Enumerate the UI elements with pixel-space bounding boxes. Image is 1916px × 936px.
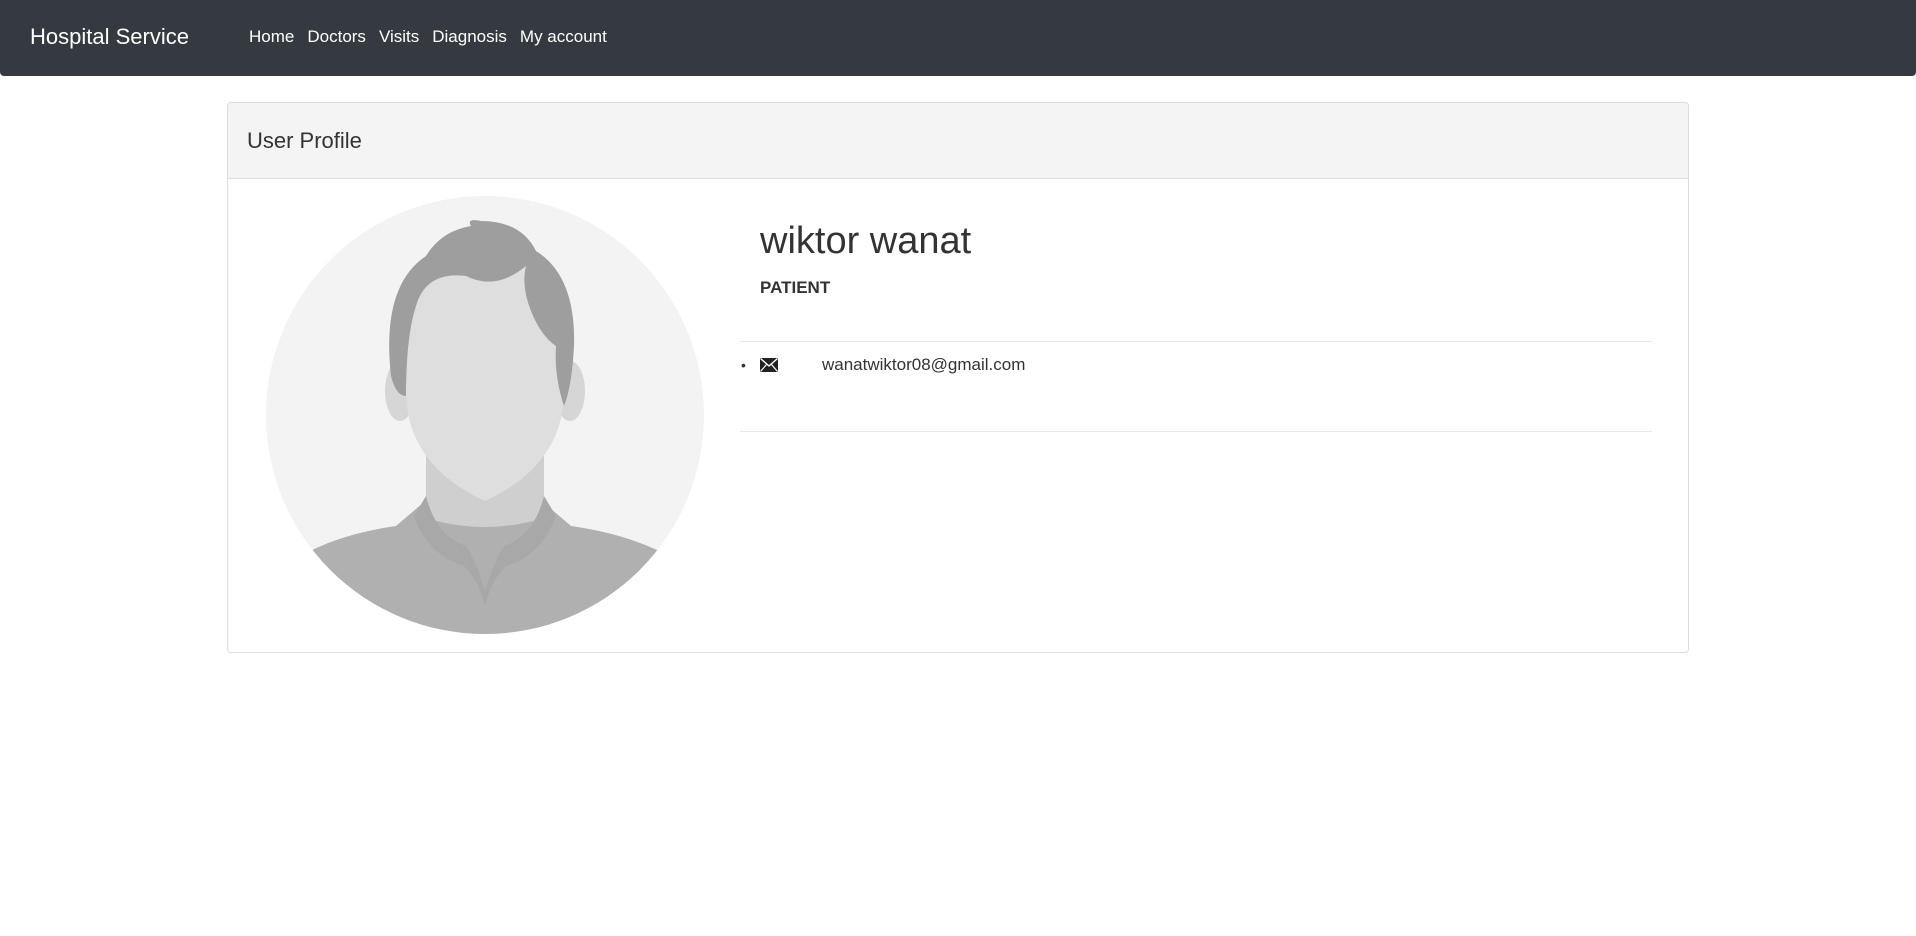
envelope-icon — [760, 358, 778, 372]
nav-item-visits: Visits — [379, 26, 419, 48]
top-navbar: Hospital Service Home Doctors Visits Dia… — [0, 0, 1916, 76]
contact-list: • wanatwiktor08@gmail.com — [740, 354, 1025, 376]
nav-item-doctors: Doctors — [307, 26, 366, 48]
nav-link-home[interactable]: Home — [249, 27, 294, 46]
nav-item-diagnosis: Diagnosis — [432, 26, 507, 48]
nav-link-diagnosis[interactable]: Diagnosis — [432, 27, 507, 46]
email-text: wanatwiktor08@gmail.com — [822, 355, 1026, 374]
brand-link[interactable]: Hospital Service — [30, 24, 189, 50]
divider-bottom — [740, 431, 1652, 432]
user-role: PATIENT — [760, 278, 831, 297]
divider-top — [740, 341, 1652, 342]
user-profile-panel: User Profile wiktor wanat PATIENT • wana… — [227, 102, 1689, 653]
nav-item-home: Home — [249, 26, 294, 48]
contact-item-email: • wanatwiktor08@gmail.com — [740, 354, 1025, 376]
panel-heading: User Profile — [228, 103, 1688, 179]
nav-item-my-account: My account — [520, 26, 607, 48]
nav-link-my-account[interactable]: My account — [520, 27, 607, 46]
nav-links: Home Doctors Visits Diagnosis My account — [249, 26, 607, 48]
panel-title: User Profile — [247, 127, 362, 153]
user-avatar — [266, 196, 704, 634]
nav-link-visits[interactable]: Visits — [379, 27, 419, 46]
nav-link-doctors[interactable]: Doctors — [307, 27, 366, 46]
user-name: wiktor wanat — [760, 220, 972, 262]
list-bullet: • — [741, 357, 746, 373]
